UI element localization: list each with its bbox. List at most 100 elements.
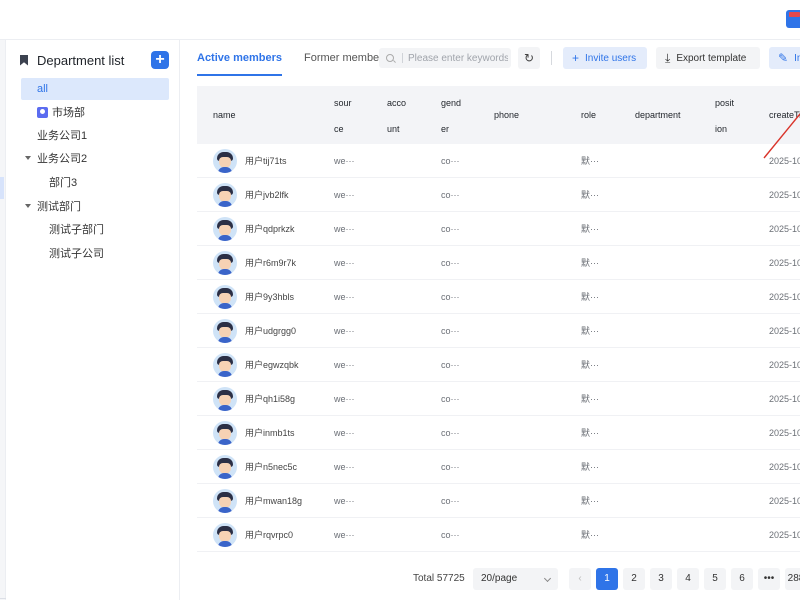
refresh-button[interactable]: ↻: [518, 47, 540, 69]
user-role: 默···: [581, 360, 599, 370]
avatar[interactable]: [213, 387, 237, 411]
user-source: we···: [334, 428, 355, 438]
user-name: 用户jvb2lfk: [245, 190, 289, 200]
sidebar-header: Department list +: [20, 50, 169, 70]
user-gender: co···: [441, 190, 460, 200]
export-template-label: Export template: [676, 52, 747, 64]
add-department-button[interactable]: +: [151, 51, 169, 69]
caret-down-icon[interactable]: [25, 204, 31, 208]
table-row[interactable]: 用户inmb1ts we··· co··· 默··· 2025-10: [197, 416, 800, 450]
avatar[interactable]: [213, 285, 237, 309]
avatar[interactable]: [213, 183, 237, 207]
user-role: 默···: [581, 292, 599, 302]
table-row[interactable]: 用户r6m9r7k we··· co··· 默··· 2025-10: [197, 246, 800, 280]
table-row[interactable]: 用户qdprkzk we··· co··· 默··· 2025-10: [197, 212, 800, 246]
user-name: 用户udgrgg0: [245, 326, 297, 336]
user-create-time: 2025-10: [769, 326, 800, 336]
user-source: we···: [334, 258, 355, 268]
avatar[interactable]: [213, 421, 237, 445]
col-header-source[interactable]: sour ce: [334, 90, 352, 142]
user-gender: co···: [441, 428, 460, 438]
user-role: 默···: [581, 224, 599, 234]
user-create-time: 2025-10: [769, 394, 800, 404]
user-role: 默···: [581, 496, 599, 506]
col-header-account[interactable]: acco unt: [387, 90, 406, 142]
table-row[interactable]: 用户qh1i58g we··· co··· 默··· 2025-10: [197, 382, 800, 416]
col-header-name[interactable]: name: [213, 102, 236, 128]
col-header-department[interactable]: department: [635, 102, 681, 128]
user-gender: co···: [441, 326, 460, 336]
page-button-1[interactable]: 1: [596, 568, 618, 590]
avatar[interactable]: [213, 251, 237, 275]
col-header-gender[interactable]: gend er: [441, 90, 461, 142]
app-logo-icon[interactable]: [786, 10, 800, 28]
invite-users-button[interactable]: + Invite users: [563, 47, 647, 69]
user-name: 用户qh1i58g: [245, 394, 296, 404]
col-header-position[interactable]: posit ion: [715, 90, 734, 142]
tree-item-label: 市场部: [52, 107, 85, 119]
avatar[interactable]: [213, 353, 237, 377]
tree-item-dept-3[interactable]: 部门3: [49, 171, 77, 193]
tree-item-test-sub-dept[interactable]: 测试子部门: [49, 218, 104, 240]
table-row[interactable]: 用户mwan18g we··· co··· 默··· 2025-10: [197, 484, 800, 518]
plus-icon: +: [572, 51, 580, 65]
user-source: we···: [334, 224, 355, 234]
export-template-button[interactable]: ⤓ Export template: [656, 47, 760, 69]
user-gender: co···: [441, 462, 460, 472]
tree-item-test-sub-company[interactable]: 测试子公司: [49, 242, 104, 264]
search-box[interactable]: [379, 48, 511, 68]
tree-item-label: 业务公司1: [37, 130, 88, 142]
user-source: we···: [334, 394, 355, 404]
avatar[interactable]: [213, 489, 237, 513]
search-input[interactable]: [408, 52, 508, 64]
caret-down-icon[interactable]: [25, 156, 31, 160]
avatar[interactable]: [213, 523, 237, 547]
user-name: 用户9y3hbls: [245, 292, 295, 302]
avatar[interactable]: [213, 319, 237, 343]
user-source: we···: [334, 496, 355, 506]
table-row[interactable]: 用户udgrgg0 we··· co··· 默··· 2025-10: [197, 314, 800, 348]
user-create-time: 2025-10: [769, 258, 800, 268]
user-gender: co···: [441, 360, 460, 370]
table-row[interactable]: 用户rqvrpc0 we··· co··· 默··· 2025-10: [197, 518, 800, 552]
col-header-create-time[interactable]: createTi: [769, 102, 800, 128]
page-button-5[interactable]: 5: [704, 568, 726, 590]
tree-item-test-dept[interactable]: 测试部门: [25, 195, 81, 217]
col-header-role[interactable]: role: [581, 102, 596, 128]
invite-users-label: Invite users: [585, 52, 637, 64]
tab-former-members[interactable]: Former members: [304, 40, 388, 76]
more-pages-button[interactable]: •••: [758, 568, 780, 590]
search-icon: [386, 54, 394, 62]
last-page-button[interactable]: 288: [785, 568, 800, 590]
page-size-value: 20/page: [481, 573, 518, 584]
page-button-6[interactable]: 6: [731, 568, 753, 590]
table-row[interactable]: 用户jvb2lfk we··· co··· 默··· 2025-10: [197, 178, 800, 212]
table-row[interactable]: 用户egwzqbk we··· co··· 默··· 2025-10: [197, 348, 800, 382]
user-source: we···: [334, 360, 355, 370]
table-row[interactable]: 用户n5nec5c we··· co··· 默··· 2025-10: [197, 450, 800, 484]
table-row[interactable]: 用户9y3hbls we··· co··· 默··· 2025-10: [197, 280, 800, 314]
page-button-3[interactable]: 3: [650, 568, 672, 590]
page-size-select[interactable]: 20/page: [473, 568, 558, 590]
user-name: 用户rqvrpc0: [245, 530, 294, 540]
tree-item-label: 部门3: [49, 177, 78, 189]
table-row[interactable]: 用户tij71ts we··· co··· 默··· 2025-10: [197, 144, 800, 178]
page-button-2[interactable]: 2: [623, 568, 645, 590]
tree-item-market[interactable]: 市场部: [37, 101, 85, 123]
avatar[interactable]: [213, 217, 237, 241]
prev-page-button[interactable]: ‹: [569, 568, 591, 590]
tree-item-company-1[interactable]: 业务公司1: [37, 124, 87, 146]
page-button-4[interactable]: 4: [677, 568, 699, 590]
tree-item-label: 测试子部门: [49, 224, 104, 236]
avatar[interactable]: [213, 149, 237, 173]
avatar[interactable]: [213, 455, 237, 479]
user-create-time: 2025-10: [769, 462, 800, 472]
user-name: 用户tij71ts: [245, 156, 287, 166]
tree-item-company-2[interactable]: 业务公司2: [25, 147, 87, 169]
import-button[interactable]: ✎ In: [769, 47, 800, 69]
tab-active-members[interactable]: Active members: [197, 40, 282, 76]
user-name: 用户qdprkzk: [245, 224, 295, 234]
tree-item-all[interactable]: all: [21, 78, 169, 100]
col-header-phone[interactable]: phone: [494, 102, 519, 128]
nav-active-indicator[interactable]: [0, 177, 4, 199]
